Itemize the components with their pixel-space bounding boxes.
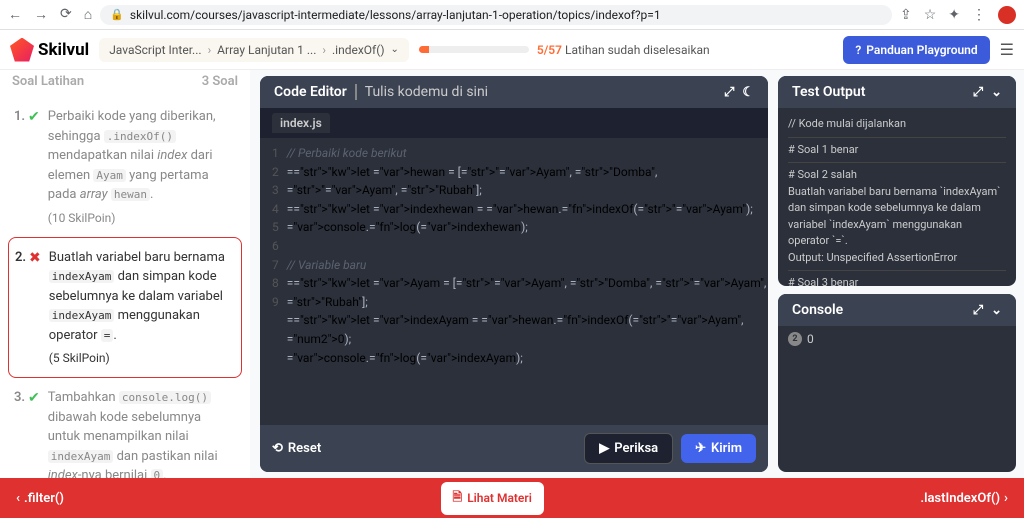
sidebar-count: 3 Soal (202, 74, 238, 89)
task-number: 1. (14, 107, 28, 227)
star-icon[interactable]: ☆ (924, 7, 937, 23)
console-count-badge: 2 (788, 332, 802, 346)
task-text: Perbaiki kode yang diberikan, sehingga .… (48, 107, 236, 227)
close-circle-icon: ✖ (29, 248, 41, 368)
crumb-topic[interactable]: .indexOf() (332, 43, 385, 57)
task-points: (5 SkilPoin) (49, 349, 235, 367)
task-number: 3. (14, 388, 28, 478)
view-material-button[interactable]: 🗎 Lihat Materi (441, 482, 544, 515)
expand-icon[interactable]: ⤢ (973, 303, 983, 318)
task-points: (10 SkilPoin) (48, 209, 236, 227)
check-circle-icon: ✔ (28, 107, 40, 227)
progress-count: 5/57 (537, 43, 562, 57)
console-title: Console (792, 302, 843, 318)
crumb-course[interactable]: JavaScript Inter... (109, 43, 201, 57)
browser-toolbar: ← → ⟳ ⌂ 🔒 skilvul.com/courses/javascript… (0, 0, 1024, 30)
progress-bar (419, 46, 529, 53)
address-bar[interactable]: 🔒 skilvul.com/courses/javascript-interme… (100, 5, 892, 25)
console-panel: Console ⤢ ⌄ 2 0 (778, 294, 1016, 472)
task-item[interactable]: 3.✔Tambahkan console.log() dibawah kode … (8, 378, 242, 478)
expand-icon[interactable]: ⤢ (973, 85, 983, 100)
menu-icon[interactable]: ⋮ (972, 7, 986, 23)
forward-icon[interactable]: → (34, 6, 48, 23)
output-title: Test Output (792, 84, 865, 100)
task-text: Tambahkan console.log() dibawah kode seb… (48, 388, 236, 478)
brand-logo[interactable]: Skilvul (10, 38, 89, 62)
crumb-lesson[interactable]: Array Lanjutan 1 ... (217, 43, 316, 57)
code-editor-panel: Code Editor Tulis kodemu di sini ⤢ ☾ ind… (260, 76, 768, 472)
progress: 5/57 Latihan sudah diselesaikan (419, 43, 834, 57)
url-text: skilvul.com/courses/javascript-intermedi… (130, 8, 661, 22)
task-item[interactable]: 1.✔Perbaiki kode yang diberikan, sehingg… (8, 97, 242, 237)
theme-icon[interactable]: ☾ (742, 85, 754, 100)
back-icon[interactable]: ← (8, 6, 22, 23)
chevron-down-icon[interactable]: ⌄ (991, 303, 1002, 318)
chevron-right-icon: › (322, 43, 326, 57)
question-icon: ? (855, 43, 861, 57)
share-icon[interactable]: ⇪ (900, 7, 912, 23)
breadcrumb: JavaScript Inter... › Array Lanjutan 1 .… (99, 38, 409, 62)
task-text: Buatlah variabel baru bernama indexAyam … (49, 248, 235, 368)
task-item[interactable]: 2.✖Buatlah variabel baru bernama indexAy… (8, 237, 242, 379)
chevron-left-icon: ‹ (16, 491, 20, 506)
editor-subtitle: Tulis kodemu di sini (355, 84, 488, 100)
home-icon[interactable]: ⌂ (84, 6, 92, 23)
chevron-down-icon[interactable]: ⌄ (991, 85, 1002, 100)
menu-button[interactable]: ☰ (1000, 40, 1014, 59)
check-circle-icon: ✔ (28, 388, 40, 478)
next-lesson-button[interactable]: .lastIndexOf() › (920, 491, 1008, 506)
puzzle-icon[interactable]: ✦ (948, 7, 960, 23)
test-output-panel: Test Output ⤢ ⌄ // Kode mulai dijalankan… (778, 76, 1016, 286)
editor-title: Code Editor (274, 84, 347, 100)
expand-icon[interactable]: ⤢ (724, 85, 734, 100)
reset-button[interactable]: ⟲ Reset (272, 441, 321, 456)
reload-icon[interactable]: ⟳ (60, 6, 72, 23)
document-icon: 🗎 (453, 488, 463, 509)
file-tab[interactable]: index.js (260, 108, 768, 138)
submit-button[interactable]: ✈ Kirim (681, 434, 756, 463)
chevron-right-icon: › (1004, 491, 1008, 506)
task-sidebar: Soal Latihan 3 Soal 1.✔Perbaiki kode yan… (0, 70, 250, 478)
play-icon: ▶ (599, 441, 609, 456)
help-button[interactable]: ? Panduan Playground (843, 36, 989, 64)
prev-lesson-button[interactable]: ‹ .filter() (16, 491, 64, 506)
chevron-down-icon[interactable]: ⌄ (391, 44, 399, 55)
logo-icon (10, 38, 34, 62)
code-area[interactable]: 123456789 // Perbaiki kode berikut=="str… (260, 138, 768, 425)
check-button[interactable]: ▶ Periksa (584, 433, 673, 464)
app-header: Skilvul JavaScript Inter... › Array Lanj… (0, 30, 1024, 70)
task-number: 2. (15, 248, 29, 368)
lock-icon: 🔒 (110, 8, 124, 21)
profile-avatar[interactable] (998, 6, 1016, 24)
lesson-footer: ‹ .filter() 🗎 Lihat Materi .lastIndexOf(… (0, 478, 1024, 518)
refresh-icon: ⟲ (272, 441, 283, 456)
chevron-right-icon: › (208, 43, 212, 57)
sidebar-title: Soal Latihan (12, 74, 84, 89)
send-icon: ✈ (695, 441, 706, 456)
console-value: 0 (807, 332, 814, 346)
progress-label: Latihan sudah diselesaikan (565, 43, 710, 57)
